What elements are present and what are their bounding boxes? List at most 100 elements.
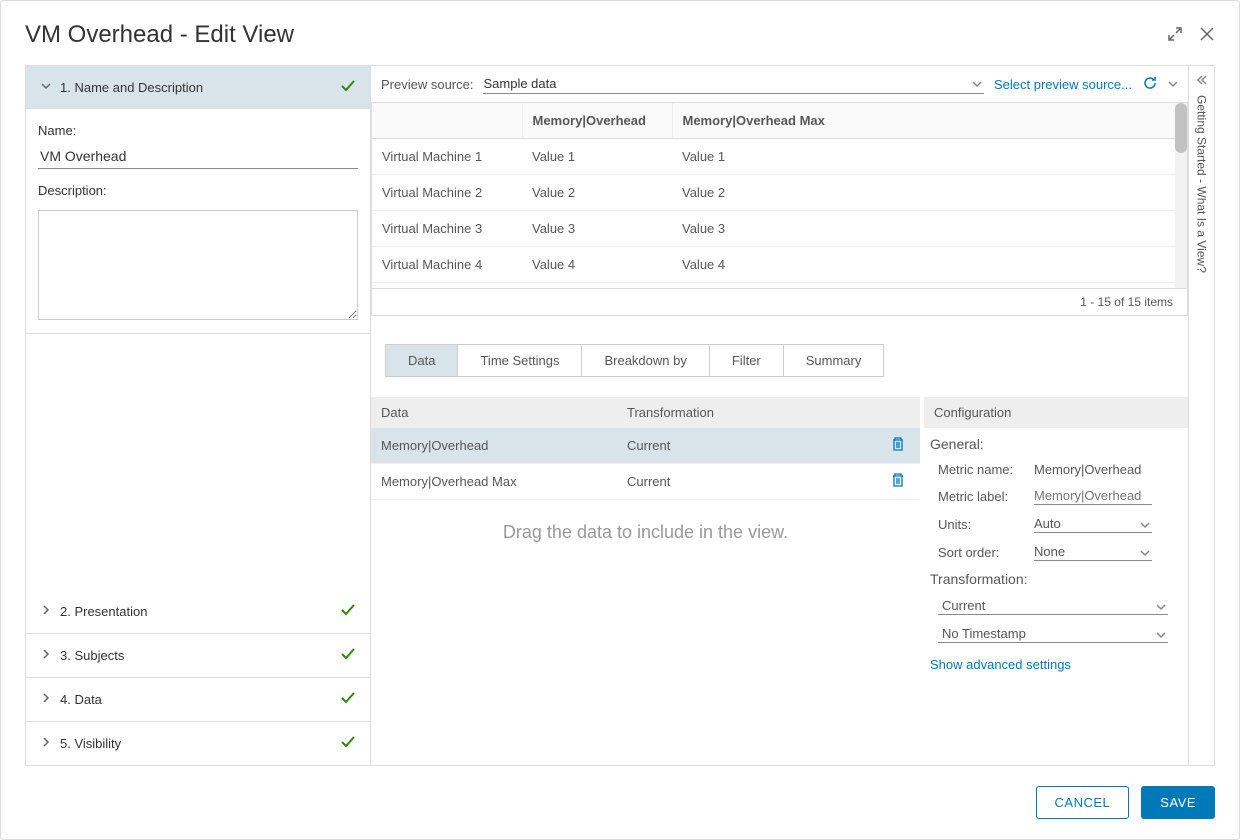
- transformation-select[interactable]: Current: [938, 597, 1168, 615]
- units-label: Units:: [930, 517, 1028, 532]
- close-icon[interactable]: [1199, 26, 1215, 45]
- table-cell: Virtual Machine 3: [372, 211, 522, 247]
- caret-down-icon: [1156, 628, 1166, 643]
- save-button[interactable]: SAVE: [1141, 786, 1215, 819]
- description-label: Description:: [38, 183, 358, 198]
- collapse-rail-icon[interactable]: [1196, 74, 1208, 89]
- general-section-label: General:: [930, 436, 1182, 452]
- sort-order-label: Sort order:: [930, 545, 1028, 560]
- data-list-column: Data Transformation Memory|OverheadCurre…: [371, 397, 920, 765]
- getting-started-rail[interactable]: Getting Started - What Is a View?: [1188, 66, 1214, 765]
- units-select[interactable]: Auto: [1034, 515, 1152, 533]
- data-cell: Memory|Overhead Max: [371, 466, 617, 497]
- dialog-footer: CANCEL SAVE: [1, 766, 1239, 839]
- col-header-2[interactable]: Memory|Overhead Max: [672, 103, 1187, 139]
- expand-icon[interactable]: [1167, 26, 1183, 45]
- table-cell: Value 3: [672, 211, 1187, 247]
- dialog-header: VM Overhead - Edit View: [1, 1, 1239, 65]
- step-header-4[interactable]: 4. Data: [26, 678, 370, 721]
- check-icon: [340, 734, 356, 753]
- step-title-1: 1. Name and Description: [60, 80, 203, 95]
- data-row[interactable]: Memory|Overhead MaxCurrent: [371, 464, 920, 500]
- preview-source-label: Preview source:: [381, 77, 473, 92]
- cancel-button[interactable]: CANCEL: [1036, 786, 1130, 819]
- delete-icon[interactable]: [880, 428, 920, 463]
- metric-label-input[interactable]: [1034, 487, 1152, 505]
- table-cell: Value 5: [672, 283, 1187, 289]
- config-column: Configuration General: Metric name: Memo…: [920, 397, 1188, 765]
- caret-down-icon: [972, 77, 982, 92]
- step-header-1[interactable]: 1. Name and Description: [26, 66, 370, 109]
- step-title-4: 4. Data: [60, 692, 102, 707]
- step-header-5[interactable]: 5. Visibility: [26, 722, 370, 765]
- data-tabs: Data Time Settings Breakdown by Filter S…: [385, 344, 884, 377]
- edit-view-dialog: VM Overhead - Edit View 1. Name and Desc…: [0, 0, 1240, 840]
- timestamp-select[interactable]: No Timestamp: [938, 625, 1168, 643]
- delete-icon[interactable]: [880, 464, 920, 499]
- caret-down-icon: [1140, 518, 1150, 533]
- step-header-3[interactable]: 3. Subjects: [26, 634, 370, 677]
- data-config: Data Transformation Memory|OverheadCurre…: [371, 397, 1188, 765]
- name-input[interactable]: [38, 144, 358, 169]
- dialog-title: VM Overhead - Edit View: [25, 21, 294, 49]
- table-cell: Value 3: [522, 211, 672, 247]
- wizard-steps: 1. Name and Description Name: Descriptio…: [26, 66, 371, 765]
- check-icon: [340, 78, 356, 97]
- sort-order-select[interactable]: None: [1034, 543, 1152, 561]
- refresh-icon[interactable]: [1142, 75, 1158, 94]
- preview-source-select[interactable]: Sample data: [483, 74, 984, 94]
- chevron-right-icon: [40, 692, 52, 707]
- chevron-right-icon: [40, 604, 52, 619]
- check-icon: [340, 690, 356, 709]
- data-list-header: Data Transformation: [371, 397, 920, 428]
- tab-time-settings[interactable]: Time Settings: [458, 345, 582, 376]
- table-cell: Virtual Machine 1: [372, 139, 522, 175]
- select-preview-source-link[interactable]: Select preview source...: [994, 77, 1132, 92]
- config-header: Configuration: [924, 397, 1188, 428]
- col-header-1[interactable]: Memory|Overhead: [522, 103, 672, 139]
- step-header-2[interactable]: 2. Presentation: [26, 590, 370, 633]
- table-cell: Virtual Machine 4: [372, 247, 522, 283]
- scrollbar[interactable]: [1175, 103, 1187, 288]
- description-textarea[interactable]: [38, 210, 358, 320]
- metric-label-label: Metric label:: [930, 489, 1028, 504]
- preview-bar: Preview source: Sample data Select previ…: [371, 66, 1188, 102]
- chevron-right-icon: [40, 736, 52, 751]
- table-cell: Virtual Machine 5: [372, 283, 522, 289]
- drag-hint: Drag the data to include in the view.: [371, 500, 920, 565]
- tab-data[interactable]: Data: [386, 345, 458, 376]
- transformation-cell: Current: [617, 430, 880, 461]
- transformation-section-label: Transformation:: [930, 571, 1182, 587]
- name-label: Name:: [38, 123, 358, 138]
- table-row[interactable]: Virtual Machine 2Value 2Value 2: [372, 175, 1187, 211]
- tab-filter[interactable]: Filter: [710, 345, 784, 376]
- table-row[interactable]: Virtual Machine 1Value 1Value 1: [372, 139, 1187, 175]
- table-row[interactable]: Virtual Machine 5Value 5Value 5: [372, 283, 1187, 289]
- table-cell: Value 2: [522, 175, 672, 211]
- step-title-5: 5. Visibility: [60, 736, 121, 751]
- data-row[interactable]: Memory|OverheadCurrent: [371, 428, 920, 464]
- table-cell: Value 4: [522, 247, 672, 283]
- step-data: 4. Data: [26, 678, 370, 722]
- table-cell: Value 2: [672, 175, 1187, 211]
- show-advanced-settings-link[interactable]: Show advanced settings: [930, 657, 1182, 672]
- transformation-header: Transformation: [617, 397, 880, 428]
- tab-summary[interactable]: Summary: [784, 345, 884, 376]
- caret-down-icon[interactable]: [1168, 77, 1178, 92]
- table-row[interactable]: Virtual Machine 4Value 4Value 4: [372, 247, 1187, 283]
- check-icon: [340, 602, 356, 621]
- table-row[interactable]: Virtual Machine 3Value 3Value 3: [372, 211, 1187, 247]
- table-cell: Value 5: [522, 283, 672, 289]
- caret-down-icon: [1140, 546, 1150, 561]
- data-header: Data: [371, 397, 617, 428]
- tab-breakdown-by[interactable]: Breakdown by: [582, 345, 709, 376]
- table-cell: Value 1: [672, 139, 1187, 175]
- col-header-0[interactable]: [372, 103, 522, 139]
- step-name-description: 1. Name and Description Name: Descriptio…: [26, 66, 370, 334]
- preview-data-table: Memory|Overhead Memory|Overhead Max Virt…: [372, 103, 1187, 288]
- transformation-cell: Current: [617, 466, 880, 497]
- chevron-right-icon: [40, 648, 52, 663]
- header-actions: [1167, 26, 1215, 45]
- preview-table: Memory|Overhead Memory|Overhead Max Virt…: [371, 102, 1188, 316]
- check-icon: [340, 646, 356, 665]
